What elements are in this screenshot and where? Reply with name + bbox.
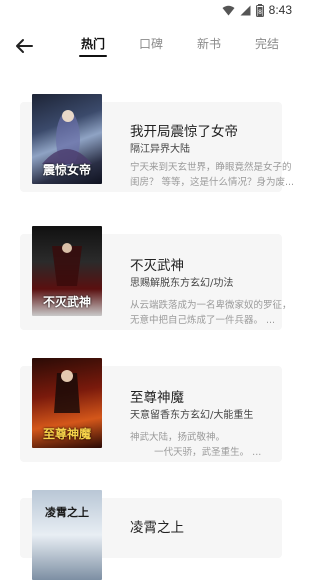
- tab-new-books[interactable]: 新书: [180, 36, 238, 60]
- wifi-icon: [222, 5, 235, 15]
- status-bar: 8 8:43: [0, 0, 300, 20]
- book-description: 神武大陆，扬武敬神。 一代天骄，武圣重生。 ...: [130, 432, 262, 458]
- book-title: 不灭武神: [130, 258, 184, 274]
- book-card-1[interactable]: 震惊女帝 我开局震惊了女帝 隔江异界大陆 宁天来到天玄世界，睁眼竟然是女子的 闺…: [20, 94, 294, 192]
- book-description: 从云端跌落成为一名卑微家奴的罗征， 无意中把自己炼成了一件兵器。 ...: [130, 300, 292, 326]
- book-card-2[interactable]: 不灭武神 不灭武神 思赐解脱东方玄幻/功法 从云端跌落成为一名卑微家奴的罗征， …: [20, 226, 292, 330]
- book-meta: 隔江异界大陆: [130, 144, 190, 155]
- top-bar: 热门 口碑 新书 完结: [0, 28, 300, 68]
- book-meta: 思赐解脱东方玄幻/功法: [130, 278, 234, 289]
- svg-text:8: 8: [258, 9, 262, 16]
- book-meta: 天意留香东方玄幻/大能重生: [130, 410, 254, 421]
- status-time: 8:43: [268, 3, 292, 17]
- book-cover-4[interactable]: 凌霄之上: [32, 490, 102, 580]
- book-title: 凌霄之上: [130, 520, 184, 536]
- signal-icon: [240, 5, 251, 15]
- battery-icon: 8: [255, 3, 264, 17]
- book-card-4[interactable]: 凌霄之上 凌霄之上: [20, 490, 282, 580]
- book-title: 至尊神魔: [130, 390, 184, 406]
- back-arrow-icon[interactable]: [12, 34, 36, 58]
- book-cover-2[interactable]: 不灭武神: [32, 226, 102, 316]
- book-title: 我开局震惊了女帝: [130, 124, 238, 140]
- tab-popular[interactable]: 热门: [64, 36, 122, 60]
- book-description: 宁天来到天玄世界，睁眼竟然是女子的 闺房？ 等等，这是什么情况？身为废...: [130, 162, 295, 188]
- book-card-3[interactable]: 至尊神魔 至尊神魔 天意留香东方玄幻/大能重生 神武大陆，扬武敬神。 一代天骄，…: [20, 358, 282, 462]
- active-tab-indicator: [79, 55, 107, 57]
- tab-completed[interactable]: 完结: [238, 36, 296, 60]
- book-cover-3[interactable]: 至尊神魔: [32, 358, 102, 448]
- category-tabs: 热门 口碑 新书 完结: [64, 36, 300, 60]
- tab-reputation[interactable]: 口碑: [122, 36, 180, 60]
- book-cover-1[interactable]: 震惊女帝: [32, 94, 102, 184]
